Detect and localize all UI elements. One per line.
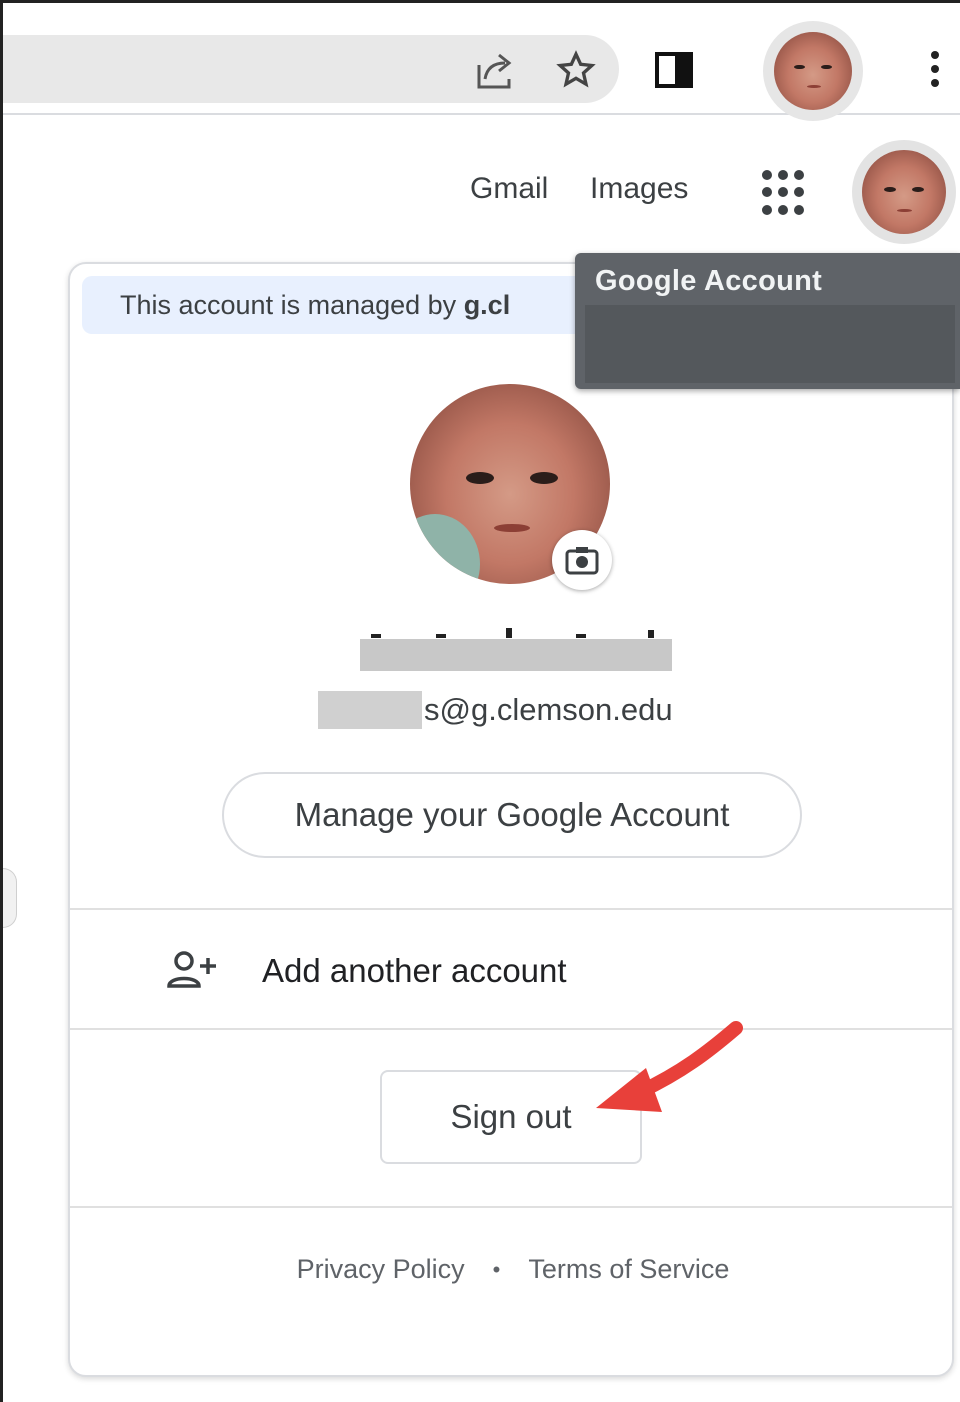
account-email: s@g.clemson.edu <box>318 688 673 732</box>
red-arrow-annotation <box>596 1021 743 1112</box>
add-account-label: Add another account <box>262 952 567 989</box>
browser-profile-avatar[interactable] <box>763 21 863 121</box>
account-avatar <box>862 150 946 234</box>
card-footer: Privacy Policy • Terms of Service <box>70 1254 952 1285</box>
google-account-button[interactable] <box>852 140 956 244</box>
google-account-tooltip: Google Account <box>575 253 960 389</box>
privacy-policy-link[interactable]: Privacy Policy <box>297 1254 465 1285</box>
side-panel-icon[interactable] <box>653 49 695 91</box>
address-bar[interactable] <box>3 35 619 103</box>
email-redacted-part <box>318 691 422 729</box>
terms-of-service-link[interactable]: Terms of Service <box>528 1254 729 1285</box>
tooltip-redacted-body <box>585 305 955 383</box>
change-photo-camera-icon[interactable] <box>552 530 612 590</box>
account-name-redacted <box>360 639 672 671</box>
add-another-account-row[interactable]: Add another account <box>70 910 952 1028</box>
kebab-menu-icon[interactable] <box>918 43 952 95</box>
email-visible-text: s@g.clemson.edu <box>424 692 673 727</box>
browser-toolbar <box>3 3 960 121</box>
manage-google-account-button[interactable]: Manage your Google Account <box>222 772 802 858</box>
footer-separator: • <box>492 1256 501 1282</box>
tooltip-title: Google Account <box>595 265 823 297</box>
managed-domain: g.cl <box>463 290 511 320</box>
account-card: This account is managed by g.cl s@g.clem… <box>68 262 954 1377</box>
profile-photo <box>774 32 852 110</box>
add-person-icon <box>166 950 218 990</box>
google-apps-icon[interactable] <box>762 170 808 216</box>
star-icon[interactable] <box>553 47 599 93</box>
share-icon[interactable] <box>473 49 519 93</box>
divider <box>70 1206 952 1208</box>
side-scroll-handle[interactable] <box>3 868 17 928</box>
images-link[interactable]: Images <box>590 172 688 206</box>
gmail-link[interactable]: Gmail <box>470 172 548 206</box>
managed-prefix: This account is managed by <box>120 290 464 320</box>
divider <box>70 1028 952 1030</box>
name-redaction-residue <box>371 628 654 638</box>
